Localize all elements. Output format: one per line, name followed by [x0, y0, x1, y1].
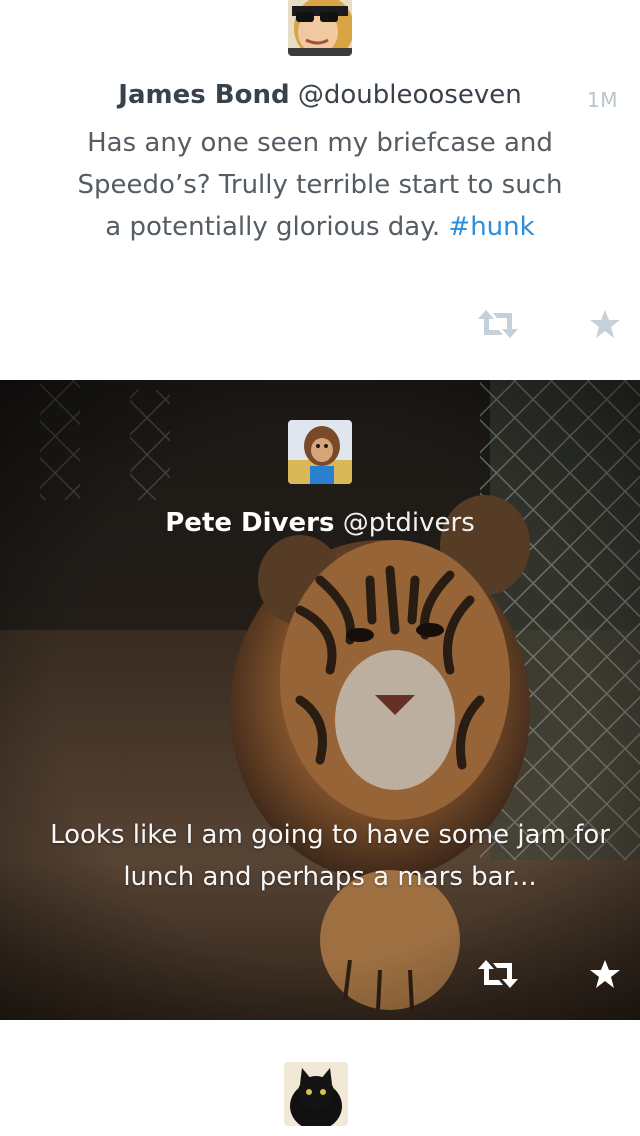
retweet-icon	[478, 310, 518, 338]
author-avatar[interactable]	[284, 1062, 348, 1126]
author-handle[interactable]: @doubleooseven	[298, 80, 522, 110]
author-avatar[interactable]	[288, 420, 352, 484]
star-icon	[590, 310, 620, 338]
avatar-sunglasses-icon	[288, 0, 352, 56]
hashtag-link[interactable]: #hunk	[448, 212, 534, 242]
retweet-button[interactable]	[476, 306, 520, 342]
avatar-black-cat-icon	[284, 1062, 348, 1126]
tweet-card[interactable]: 1M James Bond @doubleooseven Has any one…	[0, 0, 640, 380]
tweet-text: Looks like I am going to have some jam f…	[50, 820, 610, 892]
retweet-icon	[478, 960, 518, 988]
author-handle[interactable]: @ptdivers	[343, 508, 475, 538]
avatar-monkey-mask-icon	[288, 420, 352, 484]
favorite-button[interactable]	[583, 306, 627, 342]
tweet-text: Has any one seen my briefcase and Speedo…	[70, 122, 570, 248]
tweet-author[interactable]: Pete Divers @ptdivers	[0, 508, 640, 538]
author-name[interactable]: Pete Divers	[165, 508, 334, 538]
tweet-card[interactable]	[0, 1020, 640, 1136]
author-avatar[interactable]	[288, 0, 352, 56]
tweet-feed: 1M James Bond @doubleooseven Has any one…	[0, 0, 640, 1136]
retweet-button[interactable]	[476, 956, 520, 992]
author-name[interactable]: James Bond	[118, 80, 289, 110]
star-icon	[590, 960, 620, 988]
favorite-button[interactable]	[583, 956, 627, 992]
tweet-author[interactable]: James Bond @doubleooseven	[0, 80, 640, 110]
tweet-card-photo[interactable]: Pete Divers @ptdivers Looks like I am go…	[0, 380, 640, 1020]
